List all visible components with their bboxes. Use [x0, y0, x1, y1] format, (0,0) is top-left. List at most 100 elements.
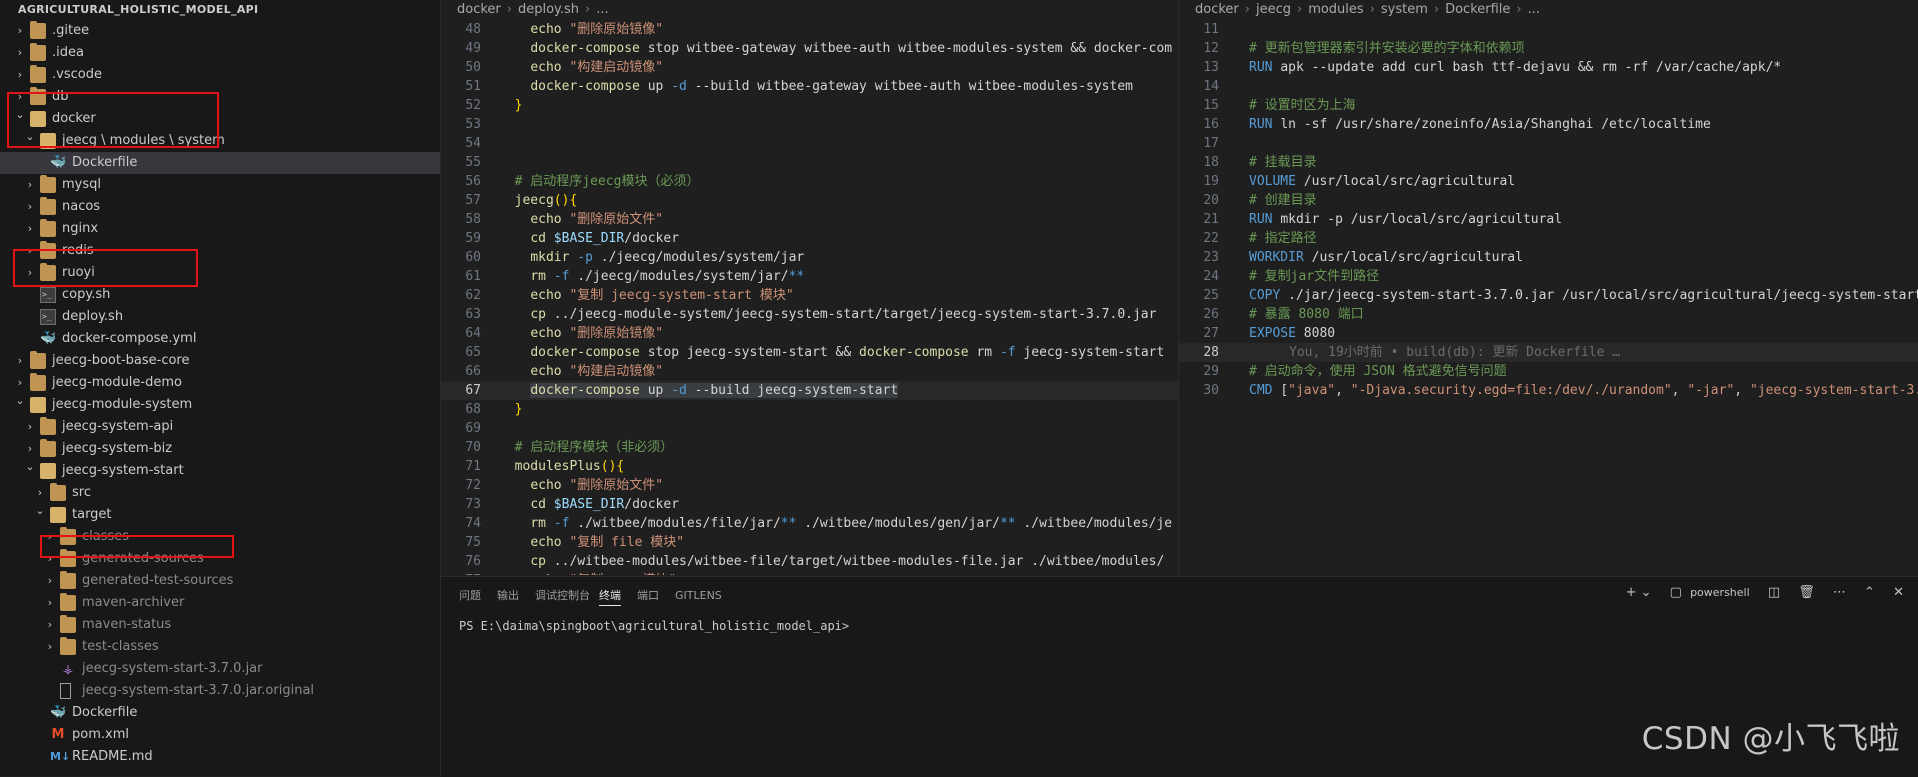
- tree-item[interactable]: › ruoyi: [0, 262, 440, 284]
- explorer-root-title[interactable]: AGRICULTURAL_HOLISTIC_MODEL_API: [0, 0, 440, 20]
- code-line[interactable]: 77 echo "复制 gen 模块": [441, 571, 1178, 575]
- code-line[interactable]: 15 # 设置时区为上海: [1179, 96, 1918, 115]
- code-line[interactable]: 54: [441, 134, 1178, 153]
- tree-item[interactable]: › classes: [0, 526, 440, 548]
- panel-tab[interactable]: 端口: [637, 587, 659, 605]
- chevron-right-icon[interactable]: ›: [14, 64, 26, 86]
- chevron-right-icon[interactable]: ›: [24, 174, 36, 196]
- tree-item[interactable]: › .vscode: [0, 64, 440, 86]
- code-line[interactable]: 14: [1179, 77, 1918, 96]
- code-line[interactable]: 24 # 复制jar文件到路径: [1179, 267, 1918, 286]
- chevron-right-icon[interactable]: ›: [24, 218, 36, 240]
- code-line[interactable]: 11: [1179, 20, 1918, 39]
- code-line[interactable]: 72 echo "删除原始文件": [441, 476, 1178, 495]
- breadcrumb-item[interactable]: ...: [596, 2, 608, 17]
- tree-item[interactable]: 🐳 Dockerfile: [0, 152, 440, 174]
- code-area-deploy-sh[interactable]: 48 echo "删除原始镜像" 49 docker-compose stop w…: [441, 20, 1178, 575]
- tree-item[interactable]: › src: [0, 482, 440, 504]
- tree-item[interactable]: deploy.sh: [0, 306, 440, 328]
- tree-item[interactable]: ⌄ jeecg-module-system: [0, 394, 440, 416]
- breadcrumb-item[interactable]: modules: [1308, 2, 1364, 17]
- chevron-right-icon[interactable]: ›: [14, 350, 26, 372]
- code-line[interactable]: 74 rm -f ./witbee/modules/file/jar/** ./…: [441, 514, 1178, 533]
- code-line[interactable]: 51 docker-compose up -d --build witbee-g…: [441, 77, 1178, 96]
- chevron-right-icon[interactable]: ›: [14, 42, 26, 64]
- tree-item[interactable]: › generated-sources: [0, 548, 440, 570]
- chevron-down-icon[interactable]: ⌄: [24, 456, 36, 478]
- code-line[interactable]: 21 RUN mkdir -p /usr/local/src/agricultur…: [1179, 210, 1918, 229]
- code-line[interactable]: 69: [441, 419, 1178, 438]
- breadcrumb-item[interactable]: deploy.sh: [518, 2, 579, 17]
- tree-item[interactable]: › nacos: [0, 196, 440, 218]
- code-line[interactable]: 57 jeecg(){: [441, 191, 1178, 210]
- tree-item[interactable]: jeecg-system-start-3.7.0.jar.original: [0, 680, 440, 702]
- chevron-right-icon[interactable]: ›: [44, 614, 56, 636]
- code-line[interactable]: 48 echo "删除原始镜像": [441, 20, 1178, 39]
- tree-item[interactable]: › db: [0, 86, 440, 108]
- chevron-right-icon[interactable]: ›: [24, 416, 36, 438]
- panel-tab[interactable]: 调试控制台: [535, 587, 590, 605]
- code-line[interactable]: 65 docker-compose stop jeecg-system-star…: [441, 343, 1178, 362]
- chevron-down-icon[interactable]: ⌄: [34, 500, 46, 522]
- code-line[interactable]: 50 echo "构建启动镜像": [441, 58, 1178, 77]
- tree-item[interactable]: › .gitee: [0, 20, 440, 42]
- tree-item[interactable]: ⚶ jeecg-system-start-3.7.0.jar: [0, 658, 440, 680]
- code-line[interactable]: 70 # 启动程序模块（非必须）: [441, 438, 1178, 457]
- tree-item[interactable]: › redis: [0, 240, 440, 262]
- chevron-right-icon[interactable]: ›: [44, 548, 56, 570]
- breadcrumb-item[interactable]: ...: [1528, 2, 1540, 17]
- tree-item[interactable]: › mysql: [0, 174, 440, 196]
- chevron-right-icon[interactable]: ›: [14, 20, 26, 42]
- code-line[interactable]: 60 mkdir -p ./jeecg/modules/system/jar: [441, 248, 1178, 267]
- code-line[interactable]: 75 echo "复制 file 模块": [441, 533, 1178, 552]
- chevron-down-icon[interactable]: ⌄: [14, 104, 26, 126]
- breadcrumb-item[interactable]: docker: [1195, 2, 1239, 17]
- panel-tab[interactable]: 终端: [599, 587, 621, 606]
- chevron-right-icon[interactable]: ›: [44, 636, 56, 658]
- code-line[interactable]: 56 # 启动程序jeecg模块（必须）: [441, 172, 1178, 191]
- code-line[interactable]: 58 echo "删除原始文件": [441, 210, 1178, 229]
- chevron-right-icon[interactable]: ›: [24, 262, 36, 284]
- code-line[interactable]: 55: [441, 153, 1178, 172]
- chevron-right-icon[interactable]: ›: [44, 570, 56, 592]
- code-line[interactable]: 27 EXPOSE 8080: [1179, 324, 1918, 343]
- breadcrumb-item[interactable]: jeecg: [1256, 2, 1291, 17]
- maximize-panel-icon[interactable]: ⌃: [1864, 585, 1875, 600]
- code-line[interactable]: 23 WORKDIR /usr/local/src/agricultural: [1179, 248, 1918, 267]
- breadcrumb-item[interactable]: docker: [457, 2, 501, 17]
- code-line[interactable]: 68 }: [441, 400, 1178, 419]
- chevron-right-icon[interactable]: ›: [24, 196, 36, 218]
- code-line[interactable]: 26 # 暴露 8080 端口: [1179, 305, 1918, 324]
- close-panel-icon[interactable]: ✕: [1893, 585, 1904, 600]
- chevron-down-icon[interactable]: ⌄: [14, 390, 26, 412]
- panel-tab[interactable]: 问题: [459, 587, 481, 605]
- breadcrumb-item[interactable]: Dockerfile: [1445, 2, 1510, 17]
- chevron-right-icon[interactable]: ›: [44, 592, 56, 614]
- code-line[interactable]: 62 echo "复制 jeecg-system-start 模块": [441, 286, 1178, 305]
- code-line[interactable]: 29 # 启动命令，使用 JSON 格式避免信号问题: [1179, 362, 1918, 381]
- code-line[interactable]: 64 echo "删除原始镜像": [441, 324, 1178, 343]
- code-line[interactable]: 59 cd $BASE_DIR/docker: [441, 229, 1178, 248]
- code-line[interactable]: 63 cp ../jeecg-module-system/jeecg-syste…: [441, 305, 1178, 324]
- tree-item[interactable]: 🐳 Dockerfile: [0, 702, 440, 724]
- tree-item[interactable]: › jeecg-system-api: [0, 416, 440, 438]
- tree-item[interactable]: ⌄ docker: [0, 108, 440, 130]
- tree-item[interactable]: Mpom.xml: [0, 724, 440, 746]
- tree-item[interactable]: ⌄ target: [0, 504, 440, 526]
- chevron-down-icon[interactable]: ⌄: [24, 126, 36, 148]
- tree-item[interactable]: M↓ README.md: [0, 746, 440, 768]
- code-line[interactable]: 71 modulesPlus(){: [441, 457, 1178, 476]
- code-line[interactable]: 73 cd $BASE_DIR/docker: [441, 495, 1178, 514]
- code-line[interactable]: 61 rm -f ./jeecg/modules/system/jar/**: [441, 267, 1178, 286]
- code-line[interactable]: 25 COPY ./jar/jeecg-system-start-3.7.0.ja…: [1179, 286, 1918, 305]
- chevron-right-icon[interactable]: ›: [44, 526, 56, 548]
- tree-item[interactable]: ⌄ jeecg \ modules \ system: [0, 130, 440, 152]
- code-line[interactable]: 30 CMD ["java", "-Djava.security.egd=file…: [1179, 381, 1918, 400]
- code-line[interactable]: 53: [441, 115, 1178, 134]
- chevron-right-icon[interactable]: ›: [24, 240, 36, 262]
- new-terminal-icon[interactable]: + ⌄: [1626, 585, 1652, 600]
- code-line[interactable]: 13 RUN apk --update add curl bash ttf-dej…: [1179, 58, 1918, 77]
- terminal-prompt[interactable]: PS E:\daima\spingboot\agricultural_holis…: [459, 619, 849, 633]
- code-line[interactable]: 67 docker-compose up -d --build jeecg-sy…: [441, 381, 1178, 400]
- code-line[interactable]: 12 # 更新包管理器索引并安装必要的字体和依赖项: [1179, 39, 1918, 58]
